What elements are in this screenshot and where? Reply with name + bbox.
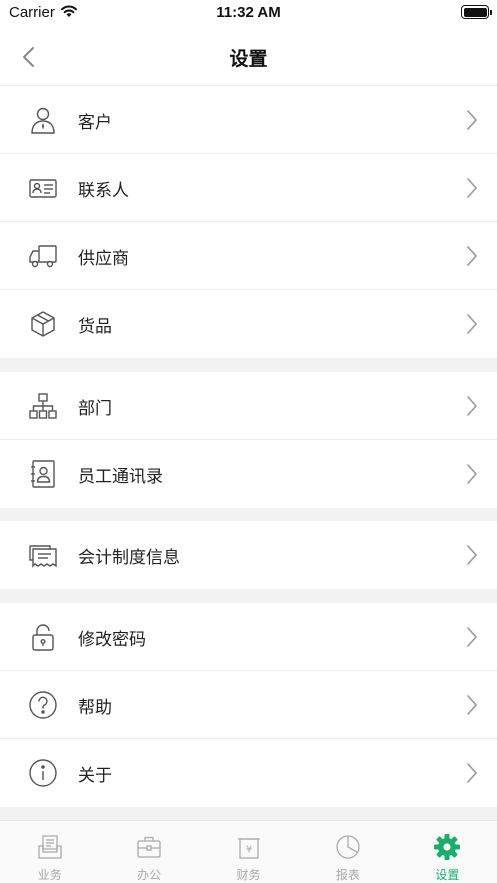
tab-label: 报表 bbox=[335, 868, 360, 882]
pie-chart-icon bbox=[336, 835, 360, 859]
chevron-right-icon bbox=[467, 110, 478, 130]
tab-settings[interactable]: 设置 bbox=[398, 821, 497, 883]
settings-item-customer[interactable]: 客户 bbox=[0, 86, 497, 154]
settings-item-change-password[interactable]: 修改密码 bbox=[0, 603, 497, 671]
chevron-right-icon bbox=[467, 627, 478, 647]
chevron-right-icon bbox=[467, 396, 478, 416]
settings-item-employee-directory[interactable]: 员工通讯录 bbox=[0, 440, 497, 508]
tab-label: 办公 bbox=[137, 868, 162, 882]
tab-label: 设置 bbox=[435, 868, 460, 882]
business-icon bbox=[38, 835, 62, 859]
package-icon bbox=[31, 311, 55, 337]
chevron-right-icon bbox=[467, 763, 478, 783]
tab-label: 财务 bbox=[236, 868, 261, 882]
tab-office[interactable]: 办公 bbox=[99, 821, 198, 883]
settings-item-label: 会计制度信息 bbox=[78, 548, 180, 568]
settings-item-supplier[interactable]: 供应商 bbox=[0, 222, 497, 290]
chevron-right-icon bbox=[467, 246, 478, 266]
org-chart-icon bbox=[29, 393, 57, 419]
tab-reports[interactable]: 报表 bbox=[298, 821, 397, 883]
customer-icon bbox=[31, 107, 55, 134]
tab-business[interactable]: 业务 bbox=[0, 821, 99, 883]
chevron-right-icon bbox=[467, 695, 478, 715]
settings-item-goods[interactable]: 货品 bbox=[0, 290, 497, 358]
settings-group-accounting: 会计制度信息 bbox=[0, 521, 497, 589]
page-title: 设置 bbox=[229, 48, 268, 70]
chevron-right-icon bbox=[467, 178, 478, 198]
gear-icon bbox=[434, 834, 461, 860]
lock-icon bbox=[32, 624, 54, 651]
settings-item-label: 货品 bbox=[78, 317, 112, 337]
settings-group-organization: 部门 员工通讯录 bbox=[0, 372, 497, 508]
battery-icon bbox=[461, 5, 492, 19]
settings-group-account: 修改密码 帮助 关于 bbox=[0, 603, 497, 807]
settings-item-contacts[interactable]: 联系人 bbox=[0, 154, 497, 222]
chevron-right-icon bbox=[467, 545, 478, 565]
help-icon bbox=[29, 691, 57, 719]
chevron-right-icon bbox=[467, 314, 478, 334]
finance-icon: ¥ bbox=[237, 838, 260, 859]
navigation-bar: 设置 bbox=[0, 26, 497, 86]
settings-list: 客户 联系人 供应商 货品 部门 员工通讯录 会计制度信息 修改密码 帮助 关于 bbox=[0, 86, 497, 820]
receipt-icon bbox=[29, 545, 57, 568]
tab-bar: 业务 办公 ¥ 财务 报表 设置 bbox=[0, 820, 497, 883]
clock: 11:32 AM bbox=[216, 4, 281, 21]
chevron-right-icon bbox=[467, 464, 478, 484]
settings-item-label: 帮助 bbox=[78, 698, 112, 718]
settings-item-about[interactable]: 关于 bbox=[0, 739, 497, 807]
settings-item-label: 供应商 bbox=[78, 249, 129, 269]
settings-item-label: 员工通讯录 bbox=[78, 467, 163, 487]
status-bar: Carrier 11:32 AM bbox=[0, 0, 497, 26]
tab-label: 业务 bbox=[37, 868, 62, 882]
settings-item-label: 联系人 bbox=[78, 181, 129, 201]
address-book-icon bbox=[31, 460, 55, 488]
settings-item-department[interactable]: 部门 bbox=[0, 372, 497, 440]
settings-item-label: 部门 bbox=[78, 399, 112, 419]
briefcase-icon bbox=[137, 836, 161, 858]
truck-icon bbox=[29, 245, 57, 268]
settings-item-accounting-system[interactable]: 会计制度信息 bbox=[0, 521, 497, 589]
settings-item-label: 客户 bbox=[78, 113, 112, 133]
contact-card-icon bbox=[29, 179, 57, 198]
settings-group-master-data: 客户 联系人 供应商 货品 bbox=[0, 86, 497, 358]
svg-text:¥: ¥ bbox=[245, 845, 251, 856]
settings-item-help[interactable]: 帮助 bbox=[0, 671, 497, 739]
info-icon bbox=[29, 759, 57, 787]
tab-finance[interactable]: ¥ 财务 bbox=[199, 821, 298, 883]
settings-item-label: 关于 bbox=[78, 766, 112, 786]
settings-item-label: 修改密码 bbox=[78, 630, 146, 650]
